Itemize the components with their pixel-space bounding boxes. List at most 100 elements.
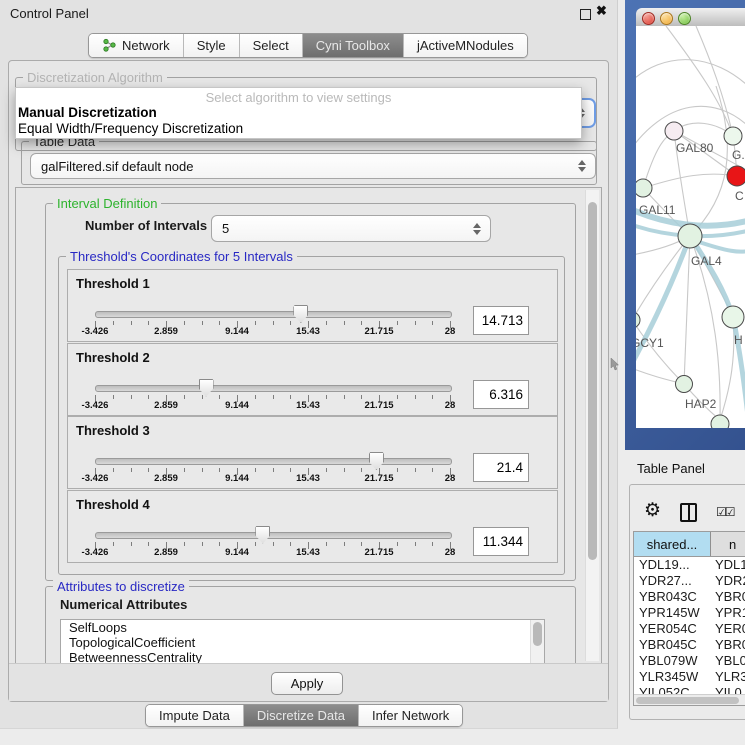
threshold-value-field[interactable]: 21.4: [473, 453, 529, 482]
attribute-item[interactable]: TopologicalCoefficient: [61, 635, 544, 650]
table-cell-shared-name[interactable]: YBL079W: [634, 653, 711, 669]
scrollbar-thumb[interactable]: [636, 697, 739, 704]
tab-network[interactable]: Network: [89, 34, 183, 57]
table-cell-name[interactable]: YBR0: [711, 637, 745, 653]
slider-track[interactable]: [95, 532, 452, 539]
table-data-combo[interactable]: galFiltered.sif default node: [30, 153, 596, 179]
tab-style[interactable]: Style: [183, 34, 239, 57]
tab-discretize-data[interactable]: Discretize Data: [243, 705, 358, 726]
close-icon[interactable]: ✖: [596, 3, 607, 19]
network-node[interactable]: [722, 306, 744, 328]
network-edge[interactable]: [636, 236, 690, 320]
minor-tick: [290, 321, 291, 325]
apply-button[interactable]: Apply: [271, 672, 343, 695]
network-edge[interactable]: [720, 317, 734, 420]
scrollbar-thumb[interactable]: [533, 622, 542, 646]
table-row[interactable]: YPR145WYPR1: [634, 605, 745, 621]
slider-thumb[interactable]: [369, 452, 384, 470]
minor-tick: [290, 542, 291, 546]
network-edge[interactable]: [636, 60, 745, 86]
table-row[interactable]: YLR345WYLR3: [634, 669, 745, 685]
float-window-icon[interactable]: [580, 9, 591, 20]
table-cell-shared-name[interactable]: YLR345W: [634, 669, 711, 685]
network-edge[interactable]: [666, 26, 733, 136]
table-row[interactable]: YDL19...YDL1: [634, 557, 745, 573]
table-cell-name[interactable]: YER0: [711, 621, 745, 637]
network-edge[interactable]: [696, 26, 733, 136]
column-header-name[interactable]: n: [711, 532, 745, 556]
table-cell-name[interactable]: YLR3: [711, 669, 745, 685]
table-cell-shared-name[interactable]: YER054C: [634, 621, 711, 637]
threshold-panel: Threshold 2-3.4262.8599.14415.4321.71528…: [67, 343, 558, 416]
network-node[interactable]: [665, 122, 683, 140]
checkboxes-icon[interactable]: ☑☑: [716, 505, 734, 519]
algorithm-option-equal-width[interactable]: Equal Width/Frequency Discretization: [16, 121, 581, 137]
column-header-shared-name[interactable]: shared...: [634, 532, 711, 556]
columns-icon[interactable]: [680, 503, 697, 522]
gear-icon[interactable]: ⚙: [644, 501, 661, 520]
network-canvas[interactable]: GAL80G...CGAL11GAL4HGCY1HAP2: [636, 26, 745, 428]
table-cell-shared-name[interactable]: YPR145W: [634, 605, 711, 621]
network-node[interactable]: [724, 127, 742, 145]
table-row[interactable]: YBL079WYBL0: [634, 653, 745, 669]
table-row[interactable]: YBR045CYBR0: [634, 637, 745, 653]
threshold-value-field[interactable]: 11.344: [473, 527, 529, 556]
network-edge-thick[interactable]: [696, 241, 745, 252]
tab-select[interactable]: Select: [239, 34, 302, 57]
scrollbar-thumb[interactable]: [588, 202, 597, 560]
table-cell-name[interactable]: YBR0: [711, 589, 745, 605]
network-edge-thick[interactable]: [636, 236, 690, 371]
mac-minimize-icon[interactable]: [660, 12, 673, 25]
attribute-item[interactable]: SelfLoops: [61, 620, 544, 635]
slider-thumb[interactable]: [255, 526, 270, 544]
numerical-attributes-list[interactable]: SelfLoopsTopologicalCoefficientBetweenne…: [60, 619, 545, 664]
network-node[interactable]: [636, 179, 652, 197]
slider-track[interactable]: [95, 311, 452, 318]
table-row[interactable]: YER054CYER0: [634, 621, 745, 637]
network-node[interactable]: [727, 166, 745, 186]
threshold-value-field[interactable]: 6.316: [473, 380, 529, 409]
network-node[interactable]: [676, 376, 693, 393]
table-cell-shared-name[interactable]: YBR043C: [634, 589, 711, 605]
table-cell-name[interactable]: YBL0: [711, 653, 745, 669]
slider-track[interactable]: [95, 385, 452, 392]
tab-jactivemnodules[interactable]: jActiveMNodules: [403, 34, 527, 57]
table-row[interactable]: YDR27...YDR2: [634, 573, 745, 589]
tick-label: 2.859: [154, 400, 178, 411]
slider-thumb[interactable]: [293, 305, 308, 323]
table-cell-shared-name[interactable]: YBR045C: [634, 637, 711, 653]
node-table[interactable]: shared... n YDL19...YDL1YDR27...YDR2YBR0…: [633, 531, 745, 706]
settings-vertical-scrollbar[interactable]: [585, 190, 599, 661]
network-edge[interactable]: [684, 236, 690, 384]
table-cell-name[interactable]: YDL1: [711, 557, 745, 573]
network-node-label: H: [734, 333, 743, 347]
network-window-titlebar[interactable]: [636, 8, 745, 27]
network-node[interactable]: [678, 224, 702, 248]
network-edge[interactable]: [643, 131, 674, 188]
network-edge[interactable]: [690, 86, 727, 236]
mac-zoom-icon[interactable]: [678, 12, 691, 25]
tab-impute-data[interactable]: Impute Data: [146, 705, 243, 726]
tab-cyni-toolbox[interactable]: Cyni Toolbox: [302, 34, 403, 57]
table-row[interactable]: YBR043CYBR0: [634, 589, 745, 605]
network-node-label: G...: [732, 148, 745, 162]
network-node[interactable]: [636, 312, 640, 328]
slider-track[interactable]: [95, 458, 452, 465]
mac-close-icon[interactable]: [642, 12, 655, 25]
interval-definition-group: Interval Definition Number of Intervals …: [45, 203, 576, 581]
table-cell-shared-name[interactable]: YDL19...: [634, 557, 711, 573]
table-cell-name[interactable]: YPR1: [711, 605, 745, 621]
network-edge-thick[interactable]: [733, 317, 745, 416]
attributes-scrollbar[interactable]: [530, 620, 544, 664]
algorithm-option-manual[interactable]: Manual Discretization: [16, 105, 581, 121]
table-cell-shared-name[interactable]: YDR27...: [634, 573, 711, 589]
table-cell-name[interactable]: YDR2: [711, 573, 745, 589]
tick-label: 28: [445, 473, 456, 484]
network-node[interactable]: [711, 415, 729, 428]
table-horizontal-scrollbar[interactable]: [634, 694, 745, 705]
tab-infer-network[interactable]: Infer Network: [358, 705, 462, 726]
network-edge[interactable]: [636, 320, 684, 384]
attribute-item[interactable]: BetweennessCentrality: [61, 650, 544, 664]
number-of-intervals-combo[interactable]: 5: [211, 215, 491, 242]
threshold-value-field[interactable]: 14.713: [473, 306, 529, 335]
